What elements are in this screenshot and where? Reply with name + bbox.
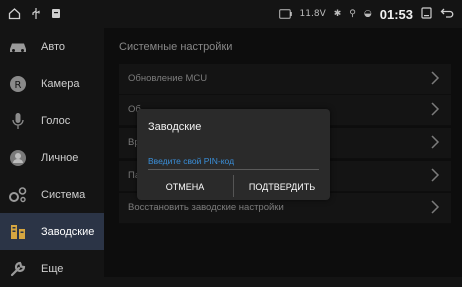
clock: 01:53 [379,6,413,22]
pin-input[interactable] [148,153,319,170]
sidebar-item-more[interactable]: Еще [0,250,104,287]
sidebar-item-voice[interactable]: Голос [0,102,104,139]
status-bar: 11.8V ✱ ⚲ ◒ 01:53 [0,0,462,28]
sidebar-item-label: Заводские [41,225,95,238]
sidebar-item-label: Система [41,188,86,201]
back-icon[interactable] [440,7,454,21]
sidebar-item-auto[interactable]: Авто [0,28,104,65]
usb-icon [31,7,41,22]
sidebar-item-personal[interactable]: Личное [0,139,104,176]
voltage-text: 11.8V [299,9,326,19]
camera-icon: R [7,73,29,95]
sidebar-item-system[interactable]: Система [0,176,104,213]
sidebar-item-label: Голос [41,114,71,127]
sidebar-item-label: Еще [41,262,64,275]
sidebar-item-label: Камера [41,77,80,90]
sidebar-item-label: Личное [41,151,79,164]
confirm-button[interactable]: ПОДТВЕРДИТЬ [234,177,330,197]
factory-icon [7,221,29,243]
pin-dialog: Заводские ОТМЕНА ПОДТВЕРДИТЬ [137,109,330,200]
settings-icon [7,184,29,206]
battery-icon [278,7,292,21]
microphone-icon [7,110,29,132]
sidebar: Авто R Камера Голос Личное Система Завод… [0,28,104,277]
location-icon: ⚲ [349,9,356,19]
screen-icon[interactable] [421,7,432,21]
car-icon [7,36,29,58]
sidebar-item-label: Авто [41,40,65,53]
sidebar-item-camera[interactable]: R Камера [0,65,104,102]
person-icon [7,147,29,169]
sidebar-item-factory[interactable]: Заводские [0,213,104,250]
wifi-icon: ◒ [363,9,372,19]
bluetooth-icon: ✱ [333,9,342,19]
home-icon[interactable] [8,7,21,22]
dialog-title: Заводские [148,121,202,133]
svg-text:R: R [15,80,22,91]
notification-icon [51,7,61,21]
cancel-button[interactable]: ОТМЕНА [137,177,233,197]
wrench-icon [7,258,29,280]
